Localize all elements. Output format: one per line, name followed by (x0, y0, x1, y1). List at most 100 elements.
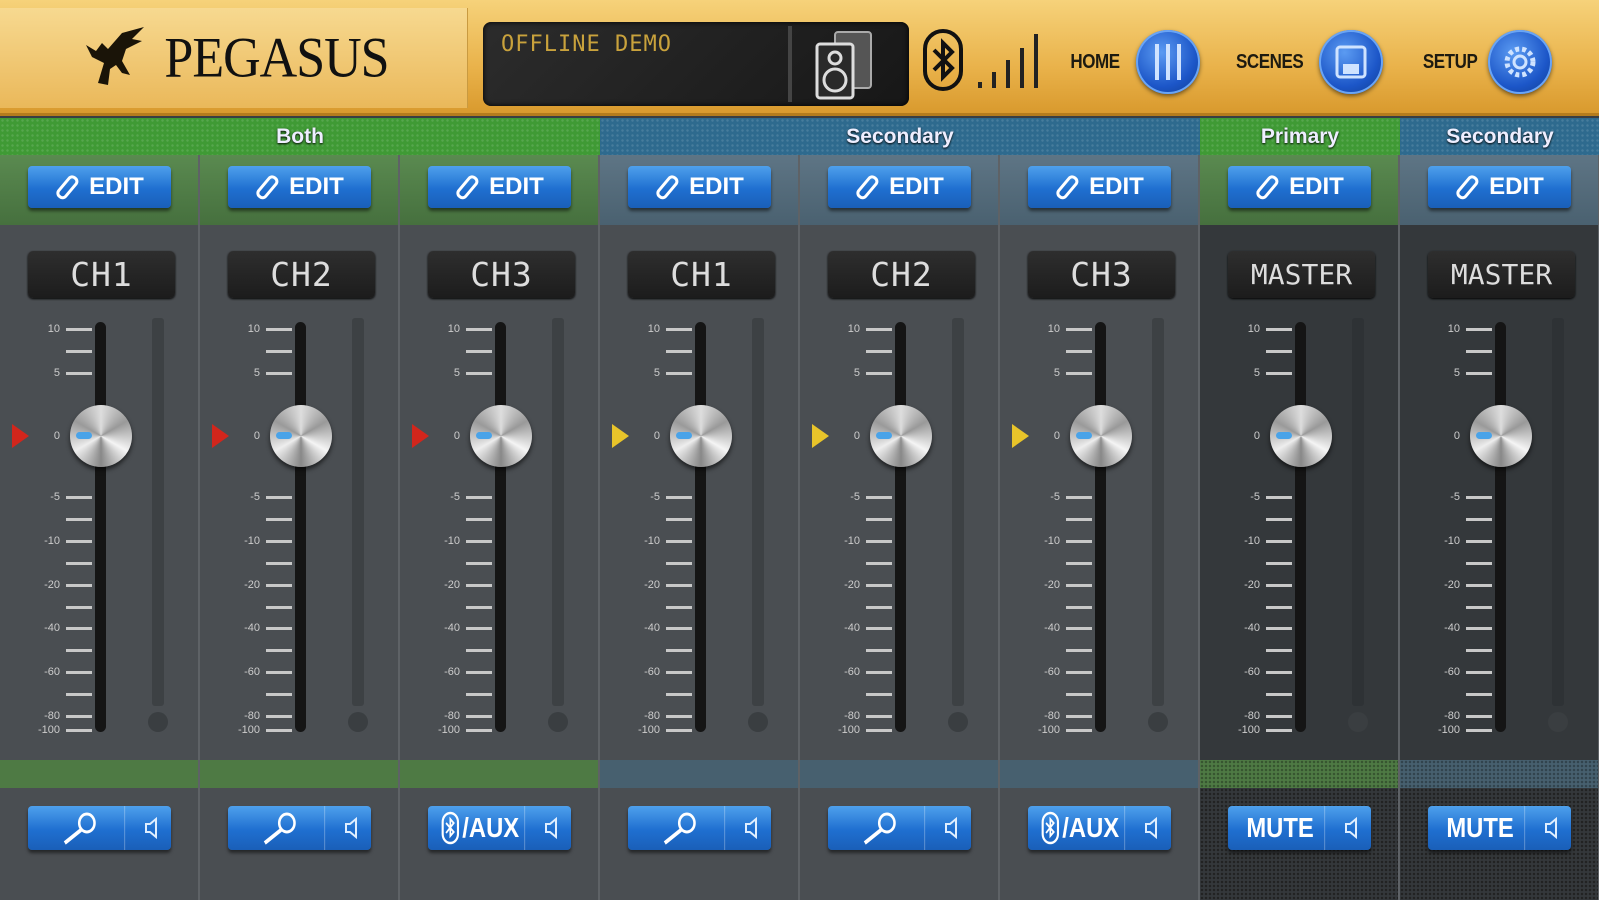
fader-knob[interactable] (70, 405, 132, 467)
group-color-band (400, 760, 598, 788)
edit-button[interactable]: EDIT (1428, 166, 1571, 208)
scale-tick (1466, 715, 1492, 718)
level-marker-icon (1012, 424, 1029, 448)
nav-setup-label: SETUP (1422, 50, 1478, 73)
knob-indicator (876, 432, 892, 439)
mic-mute-button[interactable] (628, 806, 771, 850)
fader-knob[interactable] (1270, 405, 1332, 467)
channel-name: CH3 (1028, 251, 1175, 298)
scale-label: -80 (644, 710, 660, 722)
scale-label: -100 (237, 724, 260, 736)
scale-label: -10 (44, 535, 60, 547)
scale-label: -40 (444, 622, 460, 634)
group-header[interactable]: Both (0, 118, 600, 155)
channel-name: CH2 (828, 251, 975, 298)
mic-mute-button[interactable] (828, 806, 971, 850)
edit-area: EDIT (400, 155, 598, 225)
edit-button[interactable]: EDIT (28, 166, 171, 208)
gear-icon (1504, 46, 1536, 78)
knob-indicator (276, 432, 292, 439)
clip-indicator (1148, 712, 1168, 732)
speaker-icon (533, 817, 571, 839)
scale-tick (66, 627, 92, 630)
edit-button[interactable]: EDIT (1028, 166, 1171, 208)
scale-label: -5 (650, 491, 660, 503)
bt-aux-mute-button[interactable]: /AUX (1028, 806, 1171, 850)
scale-tick (1466, 328, 1492, 331)
mic-mute-button[interactable] (228, 806, 371, 850)
scale-tick (666, 496, 692, 499)
scale-label: -40 (1044, 622, 1060, 634)
clip-indicator (748, 712, 768, 732)
edit-button[interactable]: EDIT (228, 166, 371, 208)
scale-label: -20 (244, 579, 260, 591)
scale-tick (466, 350, 492, 353)
group-header[interactable]: Secondary (600, 118, 1200, 155)
scale-tick (866, 372, 892, 375)
scale-tick (1466, 671, 1492, 674)
mic-mute-button[interactable] (28, 806, 171, 850)
fader-knob[interactable] (1470, 405, 1532, 467)
bluetooth-icon (441, 811, 460, 845)
scale-tick (866, 350, 892, 353)
edit-button[interactable]: EDIT (1228, 166, 1371, 208)
scale-tick (66, 693, 92, 696)
button-main: /AUX (436, 806, 526, 850)
edit-area: EDIT (1000, 155, 1198, 225)
level-marker-icon (12, 424, 29, 448)
scenes-button[interactable] (1319, 30, 1384, 94)
edit-button[interactable]: EDIT (828, 166, 971, 208)
status-text: OFFLINE DEMO (501, 32, 672, 57)
scale-label: -10 (244, 535, 260, 547)
bt-aux-mute-button[interactable]: /AUX (428, 806, 571, 850)
scale-tick (866, 715, 892, 718)
edit-button[interactable]: EDIT (628, 166, 771, 208)
scale-tick (266, 627, 292, 630)
scale-label: -20 (1444, 579, 1460, 591)
fader-knob[interactable] (670, 405, 732, 467)
scale-tick (1266, 496, 1292, 499)
pencil-icon (656, 175, 679, 200)
scale-tick (1266, 649, 1292, 652)
nav-scenes[interactable]: SCENES (1230, 30, 1384, 94)
scale-tick (1066, 328, 1092, 331)
group-header[interactable]: Secondary (1400, 118, 1599, 155)
scale-tick (666, 350, 692, 353)
scale-label: -60 (444, 666, 460, 678)
scale-label: 10 (1247, 323, 1260, 335)
scale-tick (1066, 518, 1092, 521)
mute-button[interactable]: MUTE (1228, 806, 1371, 850)
speaker-icon[interactable] (813, 30, 877, 100)
scale-label: -60 (844, 666, 860, 678)
scale-tick (266, 729, 292, 732)
scale-tick (466, 627, 492, 630)
edit-label: EDIT (689, 173, 744, 200)
scale-tick (466, 729, 492, 732)
fader-knob[interactable] (270, 405, 332, 467)
channel-name: CH2 (228, 251, 375, 298)
scale-tick (1466, 729, 1492, 732)
scale-label: -40 (1244, 622, 1260, 634)
edit-button[interactable]: EDIT (428, 166, 571, 208)
nav-setup[interactable]: SETUP (1418, 30, 1553, 94)
fader-knob[interactable] (870, 405, 932, 467)
setup-button[interactable] (1488, 30, 1553, 94)
nav-home[interactable]: HOME (1066, 30, 1200, 94)
channel-strip: EDIT CH2 10 5 -5 -10 -20 -40 -60 -80 -100 0 (800, 118, 1000, 900)
top-bar: PEGASUS OFFLINE DEMO HOME SCENES SETUP (0, 0, 1599, 116)
home-button[interactable] (1136, 30, 1200, 94)
scale-label: 10 (647, 323, 660, 335)
bluetooth-icon[interactable] (922, 28, 964, 92)
fader-knob[interactable] (1070, 405, 1132, 467)
pencil-icon (1456, 175, 1479, 200)
mute-button[interactable]: MUTE (1428, 806, 1571, 850)
scale-tick (1266, 584, 1292, 587)
scale-tick (1466, 584, 1492, 587)
group-header[interactable]: Primary (1200, 118, 1400, 155)
scale-label: -60 (1244, 666, 1260, 678)
pencil-icon (1256, 175, 1279, 200)
fader-knob[interactable] (470, 405, 532, 467)
button-main (236, 806, 326, 850)
edit-area: EDIT (200, 155, 398, 225)
channel-name: MASTER (1228, 251, 1375, 298)
